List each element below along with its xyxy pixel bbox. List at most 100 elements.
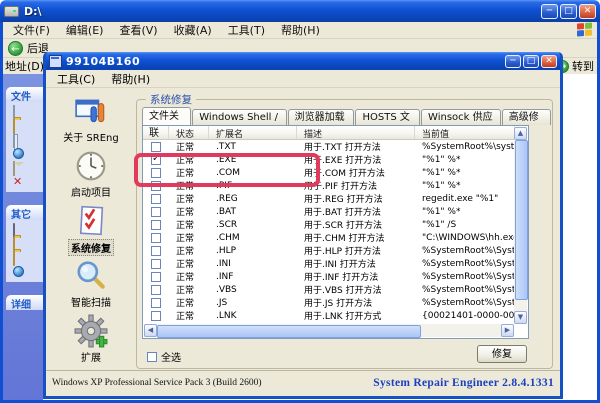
horizontal-scroll-thumb[interactable] (157, 325, 421, 338)
row-checkbox[interactable] (151, 259, 161, 269)
drive-icon (4, 6, 19, 17)
cell-ext: .COM (209, 168, 297, 178)
row-checkbox[interactable] (151, 155, 161, 165)
table-row[interactable]: 正常 .EXE 用于.EXE 打开方法 "%1" %* (143, 153, 515, 166)
table-row[interactable]: 正常 .JS 用于.JS 打开方法 %SystemRoot%\System32\ (143, 296, 515, 309)
table-row[interactable]: 正常 .PIF 用于.PIF 打开方法 "%1" %* (143, 179, 515, 192)
panel-title[interactable]: 文件 (6, 87, 43, 102)
sreng-titlebar[interactable]: 99104B160 ─ □ ✕ (46, 52, 560, 70)
row-checkbox[interactable] (151, 272, 161, 282)
row-checkbox-cell[interactable] (143, 207, 169, 217)
header-extension[interactable]: 扩展名 (209, 126, 297, 139)
table-row[interactable]: 正常 .SCR 用于.SCR 打开方法 "%1" /S (143, 218, 515, 231)
menu-favorites[interactable]: 收藏(A) (166, 22, 220, 38)
panel-title[interactable]: 详细 (6, 295, 43, 310)
table-row[interactable]: 正常 .BAT 用于.BAT 打开方法 "%1" %* (143, 205, 515, 218)
header-description[interactable]: 描述 (297, 126, 415, 139)
sidebar-item-smart-scan[interactable]: 智能扫描 (49, 259, 133, 308)
scroll-down-icon[interactable]: ▼ (514, 311, 527, 324)
row-checkbox[interactable] (151, 246, 161, 256)
sidebar-item-startup[interactable]: 启动项目 (49, 149, 133, 198)
tab-advanced-repair[interactable]: 高级修复 (502, 109, 551, 125)
tab-file-association[interactable]: 文件关联 (142, 107, 191, 125)
vertical-scrollbar[interactable]: ▲ ▼ (514, 127, 527, 324)
table-row[interactable]: 正常 .INF 用于.INF 打开方法 %SystemRoot%\System3… (143, 270, 515, 283)
table-row[interactable]: 正常 .LNK 用于.LNK 打开方式 {00021401-0000-0000-… (143, 309, 515, 322)
sreng-maximize-button[interactable]: □ (523, 55, 539, 68)
tab-windows-shell-ie[interactable]: Windows Shell / IE (192, 109, 286, 125)
row-checkbox[interactable] (151, 220, 161, 230)
row-checkbox-cell[interactable] (143, 285, 169, 295)
table-row[interactable]: 正常 .VBS 用于.VBS 打开方法 %SystemRoot%\System3… (143, 283, 515, 296)
select-all-control[interactable]: 全选 (147, 349, 181, 364)
row-checkbox[interactable] (151, 181, 161, 191)
row-checkbox-cell[interactable] (143, 272, 169, 282)
header-status[interactable]: 状态 (169, 126, 209, 139)
delete-icon[interactable]: ✕ (13, 176, 26, 187)
sidebar-item-about[interactable]: 关于 SREng (49, 94, 133, 143)
table-row[interactable]: 正常 .TXT 用于.TXT 打开方法 %SystemRoot%\system3… (143, 140, 515, 153)
header-current-value[interactable]: 当前值 (415, 126, 515, 139)
table-row[interactable]: 正常 .COM 用于.COM 打开方法 "%1" %* (143, 166, 515, 179)
row-checkbox-cell[interactable] (143, 311, 169, 321)
panel-title[interactable]: 其它 (6, 205, 43, 220)
copy-icon[interactable] (13, 134, 26, 145)
row-checkbox[interactable] (151, 194, 161, 204)
tab-hosts-file[interactable]: HOSTS 文件 (355, 109, 420, 125)
row-checkbox-cell[interactable] (143, 259, 169, 269)
scroll-left-icon[interactable]: ◀ (144, 324, 157, 337)
explorer-titlebar[interactable]: D:\ ─ □ ✕ (0, 0, 600, 22)
row-checkbox-cell[interactable] (143, 142, 169, 152)
row-checkbox[interactable] (151, 311, 161, 321)
tab-winsock-providers[interactable]: Winsock 供应者 (421, 109, 501, 125)
mail-icon[interactable] (13, 162, 26, 173)
explorer-maximize-button[interactable]: □ (560, 4, 577, 19)
sidebar-item-extensions[interactable]: 扩展 (49, 314, 133, 363)
tab-browser-addons[interactable]: 浏览器加载项 (288, 109, 355, 125)
scroll-right-icon[interactable]: ▶ (501, 324, 514, 337)
row-checkbox-cell[interactable] (143, 298, 169, 308)
row-checkbox[interactable] (151, 168, 161, 178)
move-icon[interactable] (13, 120, 26, 131)
horizontal-scrollbar[interactable]: ◀ ▶ (144, 324, 514, 337)
publish-icon[interactable] (13, 148, 24, 159)
sreng-close-button[interactable]: ✕ (541, 55, 557, 68)
row-checkbox-cell[interactable] (143, 168, 169, 178)
row-checkbox[interactable] (151, 142, 161, 152)
row-checkbox[interactable] (151, 285, 161, 295)
scroll-up-icon[interactable]: ▲ (514, 127, 527, 140)
menu-view[interactable]: 查看(V) (111, 22, 165, 38)
explorer-minimize-button[interactable]: ─ (541, 4, 558, 19)
table-row[interactable]: 正常 .HLP 用于.HLP 打开方法 %SystemRoot%\System3… (143, 244, 515, 257)
drive-icon[interactable] (13, 224, 26, 235)
menu-edit[interactable]: 编辑(E) (58, 22, 112, 38)
row-checkbox-cell[interactable] (143, 220, 169, 230)
row-checkbox[interactable] (151, 207, 161, 217)
menu-file[interactable]: 文件(F) (5, 22, 58, 38)
sidebar-item-system-repair[interactable]: 系统修复 (49, 204, 133, 253)
row-checkbox-cell[interactable] (143, 155, 169, 165)
repair-button[interactable]: 修复 (477, 345, 527, 363)
rename-icon[interactable] (13, 106, 26, 117)
table-row[interactable]: 正常 .REG 用于.REG 打开方法 regedit.exe "%1" (143, 192, 515, 205)
sreng-menu-help[interactable]: 帮助(H) (103, 71, 158, 87)
row-checkbox-cell[interactable] (143, 194, 169, 204)
menu-tools[interactable]: 工具(T) (220, 22, 273, 38)
sreng-menu-tools[interactable]: 工具(C) (49, 71, 103, 87)
row-checkbox-cell[interactable] (143, 233, 169, 243)
shared-documents-icon[interactable] (13, 252, 26, 263)
menu-help[interactable]: 帮助(H) (273, 22, 328, 38)
vertical-scroll-thumb[interactable] (515, 140, 528, 300)
select-all-checkbox[interactable] (147, 352, 157, 362)
table-row[interactable]: 正常 .INI 用于.INI 打开方法 %SystemRoot%\System3… (143, 257, 515, 270)
row-checkbox[interactable] (151, 298, 161, 308)
row-checkbox[interactable] (151, 233, 161, 243)
explorer-close-button[interactable]: ✕ (579, 4, 596, 19)
sreng-minimize-button[interactable]: ─ (505, 55, 521, 68)
table-row[interactable]: 正常 .CHM 用于.CHM 打开方法 "C:\WINDOWS\hh.exe" … (143, 231, 515, 244)
back-icon[interactable]: ← (8, 41, 23, 56)
my-documents-icon[interactable] (13, 238, 26, 249)
row-checkbox-cell[interactable] (143, 246, 169, 256)
network-icon[interactable] (13, 266, 24, 277)
row-checkbox-cell[interactable] (143, 181, 169, 191)
